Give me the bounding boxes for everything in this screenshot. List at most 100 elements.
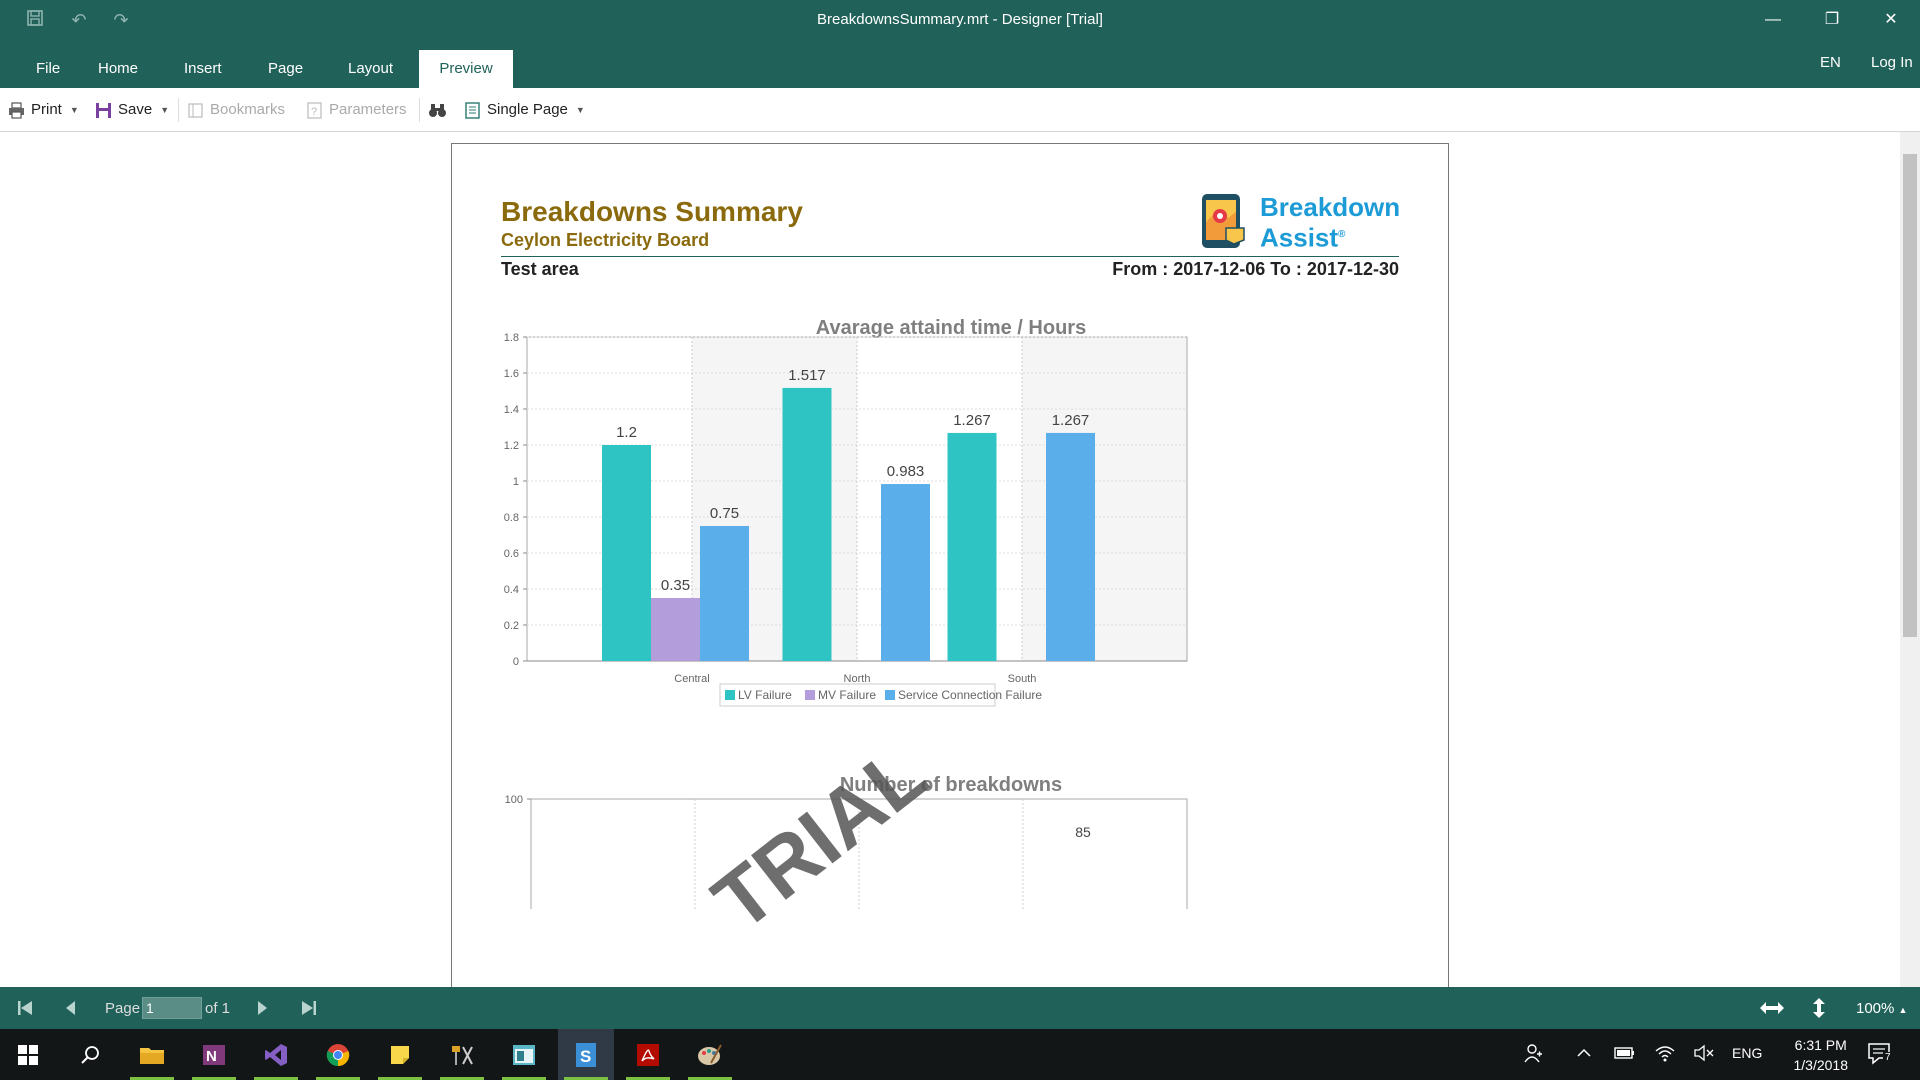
legend-swatch xyxy=(725,690,735,700)
data-label: 0.75 xyxy=(710,505,739,522)
taskbar-paint[interactable] xyxy=(682,1029,738,1080)
action-center-icon[interactable]: 7 xyxy=(1867,1042,1895,1069)
input-language[interactable]: ENG xyxy=(1732,1045,1762,1061)
vertical-scrollbar[interactable] xyxy=(1900,132,1920,987)
onenote-icon: N xyxy=(203,1044,225,1065)
logo-line2: Assist® xyxy=(1260,221,1400,252)
language-selector[interactable]: EN xyxy=(1820,54,1841,71)
chevron-down-icon: ▼ xyxy=(160,105,170,115)
taskbar-visual-studio[interactable] xyxy=(248,1029,304,1080)
y-tick-label: 0.8 xyxy=(504,512,519,524)
tab-page[interactable]: Page xyxy=(250,50,321,88)
toolbar-divider xyxy=(178,98,179,122)
next-page-icon xyxy=(258,1001,267,1015)
chrome-icon xyxy=(326,1043,350,1066)
bookmarks-button[interactable]: Bookmarks xyxy=(187,99,285,121)
start-button[interactable] xyxy=(0,1029,56,1080)
save-button[interactable]: Save ▼ xyxy=(95,99,169,121)
bar-mv-failure xyxy=(651,598,700,661)
stimulsoft-icon: S xyxy=(576,1042,596,1067)
people-icon[interactable] xyxy=(1524,1043,1544,1066)
report-subtitle: Ceylon Electricity Board xyxy=(501,230,710,250)
close-button[interactable]: ✕ xyxy=(1869,4,1913,36)
print-label: Print xyxy=(31,101,62,118)
save-label: Save xyxy=(118,101,153,118)
legend-swatch xyxy=(885,690,895,700)
logo-assist: Assist xyxy=(1260,222,1339,253)
battery-icon[interactable] xyxy=(1614,1043,1636,1066)
previous-page-button[interactable] xyxy=(60,997,82,1019)
tab-layout[interactable]: Layout xyxy=(330,50,411,88)
chevron-down-icon: ▼ xyxy=(69,105,79,115)
view-mode-dropdown[interactable]: Single Page ▼ xyxy=(464,99,585,121)
title-bar: ↶ ↷ BreakdownsSummary.mrt - Designer [Tr… xyxy=(0,0,1920,40)
taskbar-sticky-notes[interactable] xyxy=(372,1029,428,1080)
parameters-button[interactable]: ? Parameters xyxy=(306,99,407,121)
palette-icon xyxy=(698,1044,722,1065)
report-page: Breakdowns Summary Ceylon Electricity Bo… xyxy=(451,143,1449,987)
bar-service-connection-failure xyxy=(1046,432,1095,661)
bookmarks-label: Bookmarks xyxy=(210,101,286,118)
zoom-level[interactable]: 100% ▲ xyxy=(1856,1000,1907,1017)
page-number-input[interactable]: 1 xyxy=(142,997,202,1019)
taskbar-file-explorer[interactable] xyxy=(124,1029,180,1080)
logo-line1: Breakdown xyxy=(1260,192,1401,222)
system-clock[interactable]: 6:31 PM 1/3/2018 xyxy=(1794,1035,1849,1075)
logo-mark-icon xyxy=(1202,194,1245,248)
find-button[interactable] xyxy=(428,99,446,121)
data-label: 1.517 xyxy=(788,367,826,384)
tab-insert[interactable]: Insert xyxy=(166,50,240,88)
taskbar-tools[interactable] xyxy=(434,1029,490,1080)
y-tick-label: 0 xyxy=(513,656,519,668)
clock-time: 6:31 PM xyxy=(1794,1037,1847,1053)
svg-text:N: N xyxy=(206,1048,217,1065)
first-page-button[interactable] xyxy=(14,997,36,1019)
search-button[interactable] xyxy=(62,1029,118,1080)
fit-width-icon xyxy=(1760,1002,1784,1014)
bar-lv-failure xyxy=(782,387,832,661)
chevron-up-icon[interactable] xyxy=(1576,1043,1592,1066)
page-label: Page xyxy=(105,1000,141,1017)
bar-lv-failure xyxy=(947,432,997,661)
volume-muted-icon[interactable] xyxy=(1693,1043,1715,1066)
tab-file[interactable]: File xyxy=(18,50,78,88)
minimize-button[interactable]: — xyxy=(1751,4,1795,36)
taskbar-stimulsoft-designer[interactable]: S xyxy=(558,1029,614,1080)
page-count: of 1 xyxy=(205,1000,231,1017)
x-tick-label: North xyxy=(844,673,871,685)
data-label: 0.983 xyxy=(887,463,925,480)
scrollbar-thumb[interactable] xyxy=(1903,154,1917,637)
save-icon xyxy=(95,102,112,119)
visual-studio-icon xyxy=(265,1043,287,1066)
print-button[interactable]: Print ▼ xyxy=(8,99,79,121)
taskbar-app-window[interactable] xyxy=(496,1029,552,1080)
taskbar-onenote[interactable]: N xyxy=(186,1029,242,1080)
taskbar-acrobat[interactable] xyxy=(620,1029,676,1080)
tab-preview[interactable]: Preview xyxy=(419,50,513,88)
printer-icon xyxy=(8,101,25,119)
wifi-icon[interactable] xyxy=(1654,1043,1676,1066)
bookmarks-icon xyxy=(187,102,204,119)
taskbar-chrome[interactable] xyxy=(310,1029,366,1080)
sticky-notes-icon xyxy=(391,1045,409,1064)
fit-height-button[interactable] xyxy=(1808,997,1830,1019)
status-bar: Page 1 of 1 100% ▲ xyxy=(0,987,1920,1029)
report-viewer[interactable]: Breakdowns Summary Ceylon Electricity Bo… xyxy=(0,132,1920,987)
chevron-up-icon: ▲ xyxy=(1898,1005,1908,1015)
login-button[interactable]: Log In xyxy=(1871,54,1913,71)
x-tick-label: South xyxy=(1008,673,1037,685)
y-tick-label: 1 xyxy=(513,476,519,488)
fit-width-button[interactable] xyxy=(1758,997,1786,1019)
preview-toolbar: Print ▼ Save ▼ Bookmarks ? Parameters Sing… xyxy=(0,88,1920,132)
next-page-button[interactable] xyxy=(251,997,273,1019)
data-label: 1.267 xyxy=(953,412,991,429)
legend-label: LV Failure xyxy=(738,688,792,702)
logo-text: Breakdown Assist® xyxy=(1260,194,1400,252)
y-tick-label: 1.4 xyxy=(504,404,519,416)
windows-taskbar: N S ENG 6:31 PM 1/3/2018 7 xyxy=(0,1029,1920,1080)
tab-home[interactable]: Home xyxy=(80,50,156,88)
y-tick-label: 1.6 xyxy=(504,368,519,380)
legend-label: Service Connection Failure xyxy=(898,688,1042,702)
restore-button[interactable]: ❐ xyxy=(1810,4,1854,36)
last-page-button[interactable] xyxy=(298,997,320,1019)
